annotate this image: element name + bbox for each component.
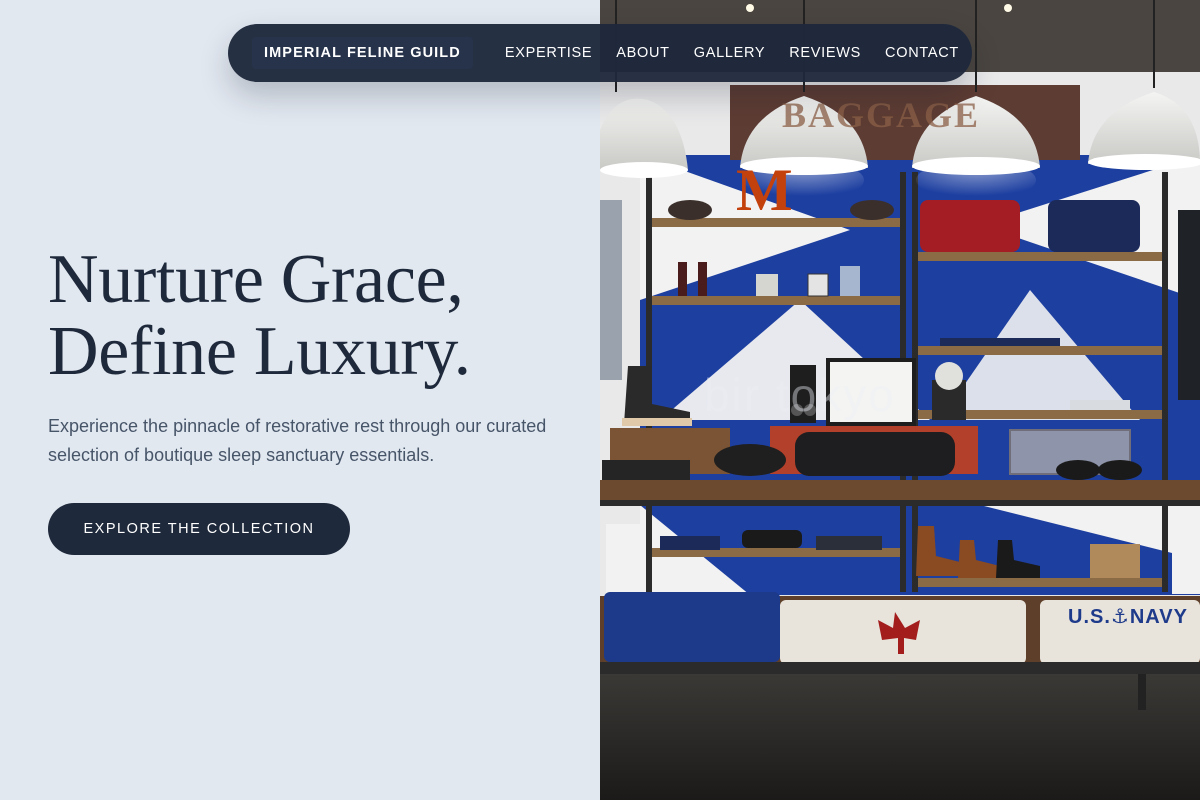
navy-bag	[1048, 200, 1140, 252]
brand-logo[interactable]: IMPERIAL FELINE GUILD	[252, 37, 473, 69]
nav-link-reviews[interactable]: REVIEWS	[789, 45, 861, 61]
display-table-top	[600, 480, 1200, 500]
shelf	[918, 252, 1162, 261]
bottle	[698, 262, 707, 296]
bottle	[678, 262, 687, 296]
photo-watermark: bir tokyo	[704, 369, 896, 421]
shoe	[1056, 460, 1100, 480]
small-frame	[807, 273, 829, 297]
sneaker	[742, 530, 802, 548]
hat	[850, 200, 894, 220]
floor	[600, 674, 1200, 800]
display-table-rail	[600, 500, 1200, 506]
folded-clothes	[660, 536, 720, 550]
nav-link-expertise[interactable]: EXPERTISE	[505, 45, 592, 61]
hero-headline-line-1: Nurture Grace,	[48, 241, 464, 318]
store-photo: BAGGAGE M bir tokyo U.S.⚓NAVY	[600, 0, 1200, 800]
hanging-garment	[600, 200, 622, 380]
hero-headline: Nurture Grace, Define Luxury.	[48, 244, 471, 388]
top-navigation-bar: IMPERIAL FELINE GUILD EXPERTISE ABOUT GA…	[228, 24, 972, 82]
nav-link-gallery[interactable]: GALLERY	[694, 45, 766, 61]
camera-flash	[935, 362, 963, 390]
plant-pot	[756, 274, 778, 296]
hero-subtext: Experience the pinnacle of restorative r…	[48, 416, 547, 465]
shelf-post	[1162, 172, 1168, 592]
shelf	[918, 346, 1162, 355]
nav-link-contact[interactable]: CONTACT	[885, 45, 959, 61]
cap	[714, 444, 786, 476]
hero-headline-line-2: Define Luxury.	[48, 313, 471, 390]
folded-tshirts-blue	[604, 592, 780, 662]
folded-clothes	[602, 460, 690, 482]
black-duffel-bag	[795, 432, 955, 476]
shoe-boxes	[606, 524, 640, 594]
shoe	[1098, 460, 1142, 480]
folded-clothes	[1070, 400, 1130, 410]
ceiling-light	[746, 4, 754, 12]
glass-jar	[840, 266, 860, 296]
nav-link-about[interactable]: ABOUT	[616, 45, 669, 61]
letter-m-sign: M	[736, 157, 793, 223]
shelf	[918, 578, 1162, 587]
red-bag	[920, 200, 1020, 252]
hat	[668, 200, 712, 220]
navy-shirt-print: U.S.⚓NAVY	[1068, 606, 1188, 628]
explore-collection-button[interactable]: EXPLORE THE COLLECTION	[48, 503, 350, 555]
table-leg	[1138, 674, 1146, 710]
nav-links: EXPERTISE ABOUT GALLERY REVIEWS CONTACT	[493, 45, 971, 61]
hero-text-panel	[0, 0, 600, 800]
shelf	[652, 296, 900, 305]
small-box	[1090, 544, 1140, 578]
folded-clothes	[940, 338, 1060, 346]
hanging-garment	[1178, 210, 1200, 400]
boot-sole	[622, 418, 692, 426]
table-base	[600, 662, 1200, 674]
store-sign-text: BAGGAGE	[782, 95, 981, 135]
folded-clothes	[816, 536, 882, 550]
shoe-boxes	[1172, 524, 1200, 594]
ceiling-light	[1004, 4, 1012, 12]
